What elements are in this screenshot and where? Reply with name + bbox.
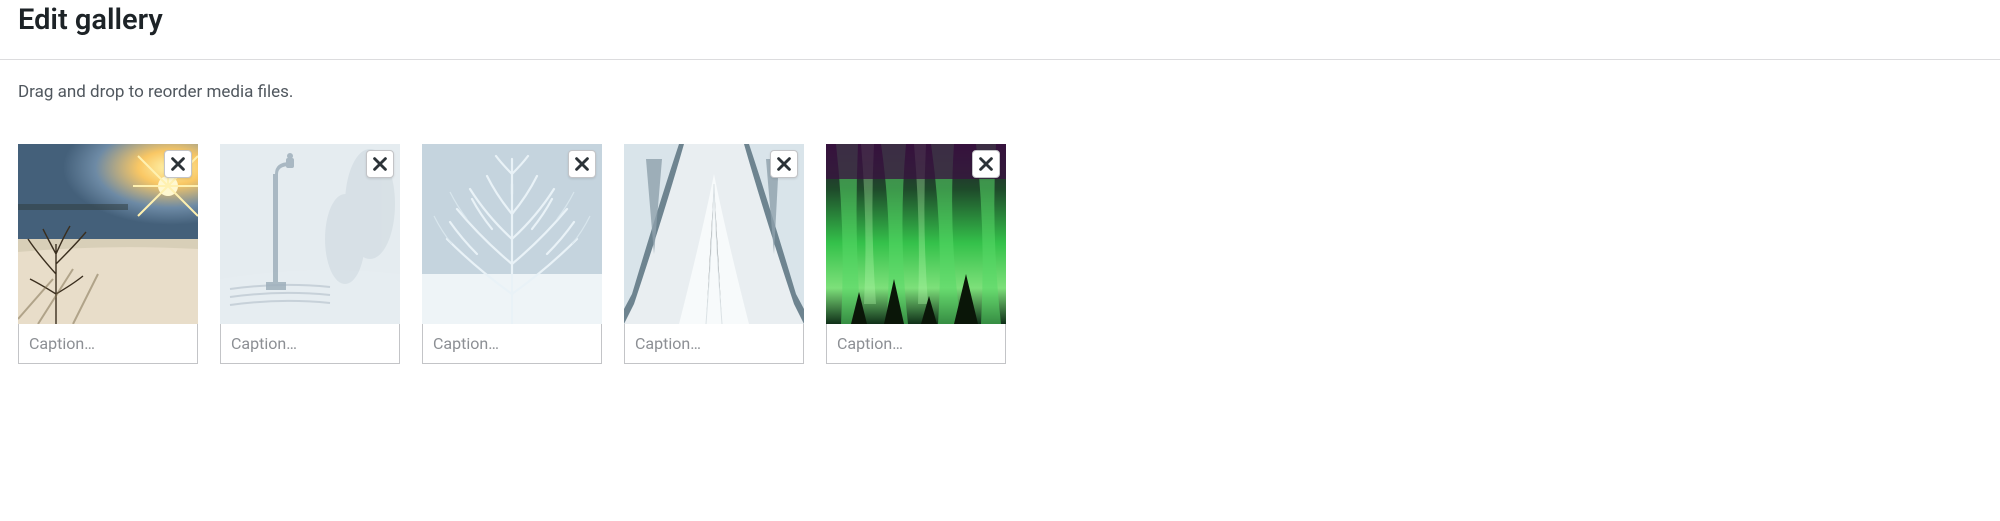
- gallery-item: [18, 144, 198, 364]
- caption-container: [624, 324, 804, 364]
- gallery-thumbnail[interactable]: [624, 144, 804, 324]
- caption-input[interactable]: [625, 324, 803, 363]
- caption-input[interactable]: [423, 324, 601, 363]
- close-icon: [371, 155, 389, 173]
- caption-container: [18, 324, 198, 364]
- close-icon: [977, 155, 995, 173]
- close-icon: [775, 155, 793, 173]
- page-title: Edit gallery: [18, 0, 1982, 41]
- remove-button[interactable]: [164, 150, 192, 178]
- close-icon: [573, 155, 591, 173]
- gallery-thumbnail[interactable]: [220, 144, 400, 324]
- gallery-thumbnail[interactable]: [18, 144, 198, 324]
- instructions-text: Drag and drop to reorder media files.: [0, 60, 2000, 124]
- remove-button[interactable]: [972, 150, 1000, 178]
- remove-button[interactable]: [770, 150, 798, 178]
- caption-container: [220, 324, 400, 364]
- caption-container: [422, 324, 602, 364]
- remove-button[interactable]: [568, 150, 596, 178]
- gallery-header: Edit gallery: [0, 0, 2000, 60]
- caption-input[interactable]: [221, 324, 399, 363]
- gallery-item: [624, 144, 804, 364]
- caption-container: [826, 324, 1006, 364]
- caption-input[interactable]: [19, 324, 197, 363]
- gallery-thumbnail[interactable]: [826, 144, 1006, 324]
- close-icon: [169, 155, 187, 173]
- gallery-item: [220, 144, 400, 364]
- gallery-thumbnail[interactable]: [422, 144, 602, 324]
- gallery-item: [422, 144, 602, 364]
- remove-button[interactable]: [366, 150, 394, 178]
- gallery-grid: [0, 124, 2000, 364]
- caption-input[interactable]: [827, 324, 1005, 363]
- gallery-item: [826, 144, 1006, 364]
